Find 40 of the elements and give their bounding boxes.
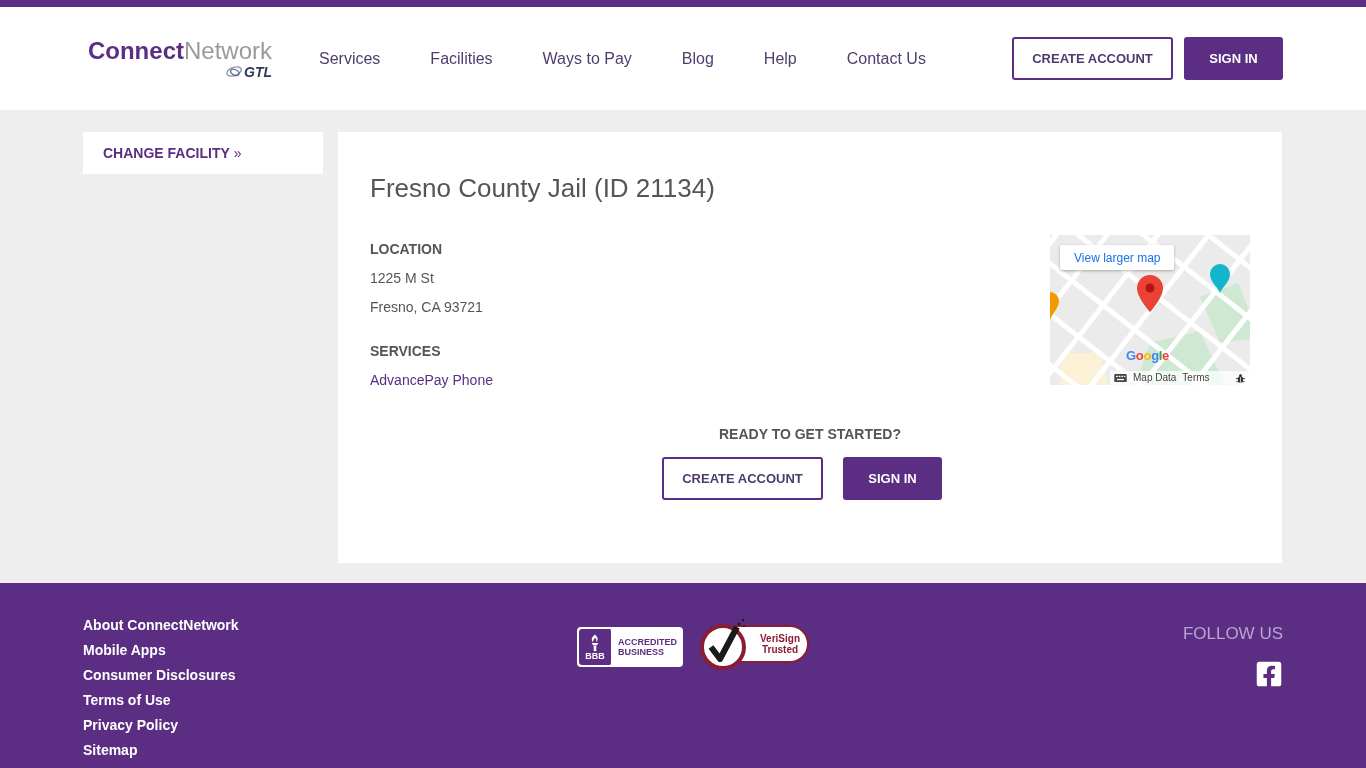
nav-link[interactable]: Blog (681, 46, 714, 71)
nav-link[interactable]: Facilities (430, 46, 493, 71)
footer-link[interactable]: Mobile Apps (83, 638, 166, 663)
logo-wordmark[interactable]: ConnectNetwork (87, 37, 272, 64)
view-larger-map-button[interactable]: View larger map (1060, 245, 1175, 270)
footer-link[interactable]: Privacy Policy (83, 713, 178, 738)
address-line: 1225 M St (370, 269, 435, 288)
torch-icon (589, 633, 601, 652)
footer-link[interactable]: Sitemap (83, 738, 138, 763)
bbb-mark: BBB (585, 651, 605, 661)
section-heading: LOCATION (370, 240, 444, 259)
facility-title: Fresno County Jail (ID 21134) (370, 172, 715, 204)
nav-link[interactable]: Contact Us (846, 46, 926, 71)
swoosh-icon (225, 65, 243, 78)
bbb-accredited-badge[interactable]: BBB ACCREDITED BUSINESS (577, 627, 683, 667)
follow-us-heading: FOLLOW US (1182, 623, 1283, 645)
accredited-business-label: ACCREDITED BUSINESS (617, 636, 678, 659)
map-footer-link[interactable]: Map Data (1133, 373, 1177, 383)
location-pin-icon (1137, 275, 1163, 312)
address-line: Fresno, CA 93721 (370, 298, 484, 317)
sign-in-button[interactable]: SIGN IN (1184, 37, 1283, 80)
sign-in-button[interactable]: SIGN IN (843, 457, 942, 500)
nav-link[interactable]: Help (763, 46, 797, 71)
bug-icon[interactable] (1236, 373, 1245, 383)
logo-subbrand: GTL (244, 63, 272, 80)
footer-link[interactable]: About ConnectNetwork (83, 613, 239, 638)
facebook-icon[interactable] (1255, 660, 1283, 688)
cta-heading: READY TO GET STARTED? (719, 425, 901, 444)
service-link[interactable]: AdvancePay Phone (370, 366, 493, 395)
section-heading: SERVICES (370, 342, 442, 361)
google-logo: Google (1126, 349, 1170, 362)
footer-link[interactable]: Terms of Use (83, 688, 171, 713)
map-footer-link[interactable]: Terms (1182, 373, 1210, 383)
nav-link[interactable]: Ways to Pay (542, 46, 632, 71)
nav-link[interactable]: Services (319, 46, 381, 71)
create-account-button[interactable]: CREATE ACCOUNT (662, 457, 823, 500)
footer-link[interactable]: Consumer Disclosures (83, 663, 236, 688)
change-facility-link[interactable]: CHANGE FACILITY » (103, 142, 242, 164)
keyboard-icon[interactable] (1114, 374, 1127, 382)
create-account-button[interactable]: CREATE ACCOUNT (1012, 37, 1173, 80)
